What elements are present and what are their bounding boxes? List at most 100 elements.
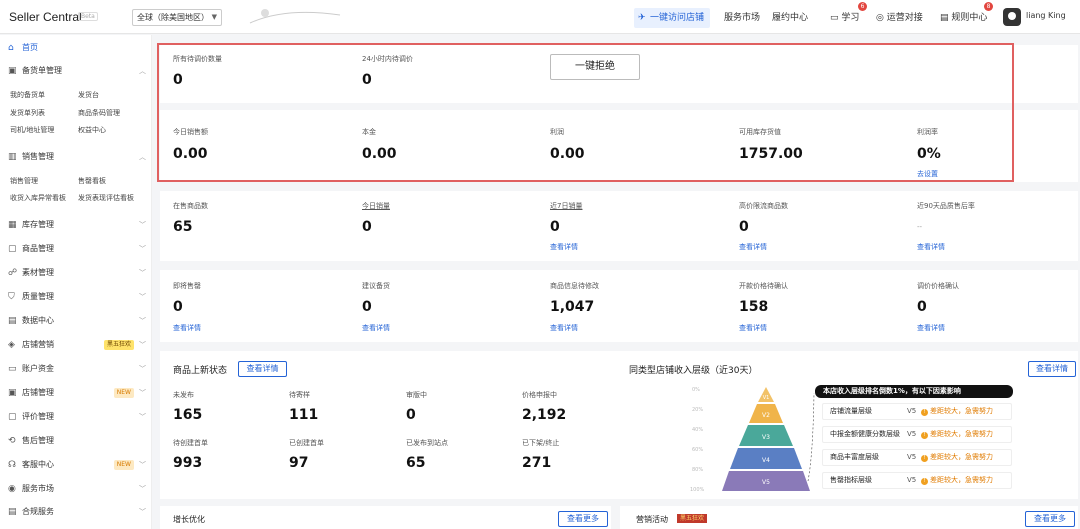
sidebar-item-reviews[interactable]: ▢ 评价管理 ﹀ [8, 410, 150, 424]
pending-sample-label: 待寄样 [289, 391, 310, 399]
chevron-up-icon: ︿ [139, 67, 146, 75]
sidebar-item-sales[interactable]: ▥ 销售管理 ︿ [8, 150, 150, 164]
margin-settings-link[interactable]: 去设置 [917, 169, 938, 179]
warning-icon: ! [921, 478, 928, 485]
chevron-down-icon: ﹀ [139, 508, 146, 516]
today-sales-label: 今日销售额 [173, 128, 208, 136]
marketing-title: 营销活动 [636, 515, 668, 524]
sidebar-item-products[interactable]: ▢ 商品管理 ﹀ [8, 242, 150, 256]
sidebar-item-materials[interactable]: ☍ 素材管理 ﹀ [8, 266, 150, 280]
fulfillment-link[interactable]: 履约中心 [772, 8, 808, 28]
sidebar-item-market[interactable]: ◉ 服务市场 ﹀ [8, 482, 150, 496]
chevron-down-icon: ﹀ [139, 485, 146, 493]
tocreate-label: 待创建首单 [173, 439, 208, 447]
sidebar-item-data[interactable]: ▤ 数据中心 ﹀ [8, 314, 150, 328]
growth-card [160, 506, 611, 529]
people-icon: ☍ [8, 268, 18, 278]
chevron-down-icon: ▼ [211, 13, 217, 21]
brand-logo[interactable]: Seller Central [9, 10, 82, 24]
sidebar-item-marketing[interactable]: ◈ 店铺营销 黑五狂欢 ﹀ [8, 338, 150, 352]
profit-value: 0.00 [550, 146, 585, 162]
region-select[interactable]: 全球（除美国地区） ▼ [132, 9, 222, 26]
newprice-detail-link[interactable]: 查看详情 [739, 323, 767, 333]
tier-note: 本店收入层级排名倒数1%，有以下因素影响 [815, 385, 1013, 398]
adjust-detail-link[interactable]: 查看详情 [917, 323, 945, 333]
adjust-value: 0 [917, 299, 927, 315]
warning-icon: ! [921, 432, 928, 439]
shop-icon: ▣ [8, 388, 17, 398]
soldout-detail-link[interactable]: 查看详情 [173, 323, 201, 333]
bag-icon: ▢ [8, 244, 17, 254]
sidebar-item-account[interactable]: ▭ 账户资金 ﹀ [8, 362, 150, 376]
sidebar-sub-item[interactable]: 司机/地址管理 [10, 125, 54, 135]
today-volume-label[interactable]: 今日销量 [362, 201, 390, 211]
region-value: 全球（除美国地区） [137, 13, 209, 22]
tier-factor-row: 店铺流量层级 V5 ! 差距较大，急需努力 [822, 403, 1012, 420]
sidebar-sub-item[interactable]: 收货入库异常看板 [10, 193, 66, 203]
warning-icon: ! [921, 409, 928, 416]
week-volume-label[interactable]: 近7日销量 [550, 201, 582, 211]
tier-axis-label: 40% [692, 427, 704, 433]
marketing-more-button[interactable]: 查看更多 [1025, 511, 1075, 527]
today-sales-value: 0.00 [173, 146, 208, 162]
growth-more-button[interactable]: 查看更多 [558, 511, 608, 527]
sidebar-item-stock[interactable]: ▣ 备货单管理 ︿ [8, 64, 150, 78]
sidebar-sub-item[interactable]: 权益中心 [78, 125, 106, 135]
rules-link[interactable]: ▤ 规则中心 8 [940, 2, 996, 28]
sidebar-item-service[interactable]: ☊ 客服中心 NEW ﹀ [8, 458, 150, 472]
chevron-down-icon: ﹀ [139, 245, 146, 253]
pending24-label: 24小时内待调价 [362, 55, 413, 63]
highprice-detail-link[interactable]: 查看详情 [739, 242, 767, 252]
highprice-value: 0 [739, 219, 749, 235]
quality-label: 近90天品质售后率 [917, 202, 975, 210]
listing-title: 商品上新状态 [173, 366, 228, 376]
pending-price-label: 所有待调价数量 [173, 55, 222, 63]
sidebar-item-compliance[interactable]: ▤ 合规服务 ﹀ [8, 505, 150, 519]
sidebar-sub-item[interactable]: 我的备货单 [10, 90, 45, 100]
quality-detail-link[interactable]: 查看详情 [917, 242, 945, 252]
sidebar-sub-item[interactable]: 销售管理 [10, 176, 38, 186]
sidebar-item-aftersales[interactable]: ⟲ 售后管理 [8, 434, 150, 448]
chevron-down-icon: ﹀ [139, 221, 146, 229]
chevron-down-icon: ﹀ [139, 317, 146, 325]
info-edit-value: 1,047 [550, 299, 595, 315]
beta-tag: Beta [78, 12, 98, 21]
return-icon: ⟲ [8, 436, 16, 446]
cost-label: 本金 [362, 128, 376, 136]
sidebar-item-quality[interactable]: ⛉ 质量管理 ﹀ [8, 290, 150, 304]
unpublished-value: 165 [173, 407, 203, 423]
sidebar-sub-item[interactable]: 商品条码管理 [78, 108, 120, 118]
book-icon: ▭ [830, 13, 839, 23]
sidebar-item-inventory[interactable]: ▦ 库存管理 ﹀ [8, 218, 150, 232]
rules-badge: 8 [984, 2, 993, 11]
sidebar-sub-item[interactable]: 发货表现评估看板 [78, 193, 134, 203]
sidebar-item-store[interactable]: ▣ 店铺管理 NEW ﹀ [8, 386, 150, 400]
price-declare-value: 2,192 [522, 407, 567, 423]
reject-all-button[interactable]: 一键拒绝 [550, 54, 640, 80]
user-name[interactable]: liang King [1026, 11, 1066, 20]
chevron-down-icon: ﹀ [139, 389, 146, 397]
document-icon: ▤ [940, 13, 949, 23]
grid-icon: ◉ [8, 484, 16, 494]
today-volume-value: 0 [362, 219, 372, 235]
new-tag: NEW [113, 460, 134, 470]
listing-detail-button[interactable]: 查看详情 [238, 361, 287, 377]
week-detail-link[interactable]: 查看详情 [550, 242, 578, 252]
margin-label: 利润率 [917, 128, 938, 136]
sidebar-item-home[interactable]: ⌂ 首页 [8, 41, 150, 55]
avatar[interactable] [1003, 8, 1021, 26]
store-icon: ✈ [638, 13, 646, 23]
restock-detail-link[interactable]: 查看详情 [362, 323, 390, 333]
tier-detail-button[interactable]: 查看详情 [1028, 361, 1076, 377]
learn-badge: 6 [858, 2, 867, 11]
learn-link[interactable]: ▭ 学习 6 [830, 2, 867, 28]
service-market-link[interactable]: 服务市场 [724, 8, 760, 28]
pending-sample-value: 111 [289, 407, 319, 423]
info-edit-detail-link[interactable]: 查看详情 [550, 323, 578, 333]
visit-store-button[interactable]: ✈ 一键访问店铺 [634, 8, 710, 28]
sidebar-sub-item[interactable]: 发货单列表 [10, 108, 45, 118]
published-value: 65 [406, 455, 426, 471]
sidebar-sub-item[interactable]: 售罄看板 [78, 176, 106, 186]
sidebar-sub-item[interactable]: 发货台 [78, 90, 99, 100]
operations-link[interactable]: ◎ 运营对接 [876, 8, 934, 28]
